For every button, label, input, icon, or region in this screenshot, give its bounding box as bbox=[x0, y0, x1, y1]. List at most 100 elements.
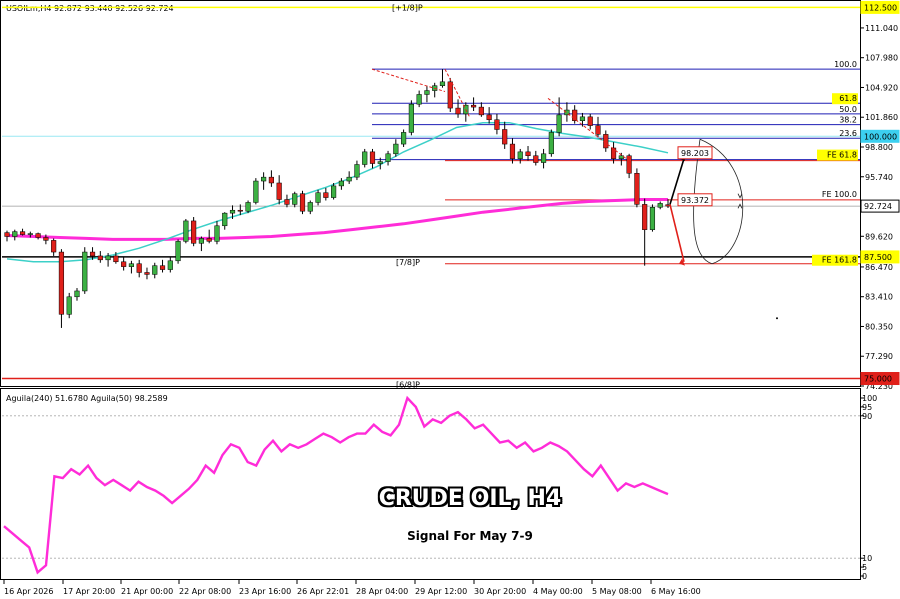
candle-body bbox=[649, 207, 656, 230]
ma-short-line bbox=[6, 121, 669, 263]
candle-body bbox=[416, 94, 422, 105]
candle-body bbox=[556, 114, 562, 133]
axis-badge-label: 92.724 bbox=[864, 202, 892, 211]
candle-body bbox=[253, 180, 259, 203]
candle-body bbox=[74, 290, 80, 298]
marker-dot bbox=[776, 317, 778, 320]
candle-body bbox=[369, 151, 376, 164]
level-label: 100.0 bbox=[834, 60, 857, 69]
x-tick-label: 28 Apr 04:00 bbox=[356, 587, 408, 596]
candle-body bbox=[478, 106, 484, 116]
candle-body bbox=[447, 81, 453, 109]
ind-y-tick-label: 95 bbox=[862, 403, 872, 412]
level-label: FE 161.8 bbox=[822, 256, 857, 265]
price-badge-label: 98.203 bbox=[681, 149, 709, 158]
candle-body bbox=[183, 220, 189, 242]
candle-body bbox=[517, 151, 523, 159]
y-tick-label: 101.860 bbox=[865, 113, 898, 122]
indicator-pane-frame bbox=[0, 388, 861, 580]
symbol-info: USOILm,H4 92.872 93.440 92.526 92.724 bbox=[6, 4, 174, 13]
ind-y-tick-label: 100 bbox=[862, 394, 877, 403]
candle-body bbox=[618, 155, 624, 159]
indicator-info: Aguila(240) 51.6780 Aguila(50) 98.2589 bbox=[6, 394, 168, 403]
price-badge-label: 93.372 bbox=[681, 196, 709, 205]
candle-body bbox=[533, 155, 539, 163]
x-tick-label: 29 Apr 12:00 bbox=[415, 587, 467, 596]
candle-body bbox=[222, 212, 228, 227]
ind-y-tick-label: 90 bbox=[862, 412, 872, 421]
ma-long-line bbox=[6, 198, 668, 241]
candle-body bbox=[486, 114, 492, 121]
candle-body bbox=[89, 251, 96, 257]
candle-body bbox=[540, 153, 547, 163]
candle-body bbox=[284, 199, 290, 205]
candle-body bbox=[214, 225, 220, 242]
candle-body bbox=[159, 265, 166, 270]
candle-body bbox=[292, 193, 298, 205]
candle-body bbox=[58, 251, 65, 315]
candle-body bbox=[245, 202, 251, 212]
candle-body bbox=[579, 116, 586, 121]
candle-body bbox=[261, 176, 267, 182]
candle-body bbox=[323, 192, 329, 198]
y-tick-label: 89.620 bbox=[865, 232, 893, 241]
candle-body bbox=[43, 237, 49, 241]
candle-body bbox=[35, 233, 41, 238]
candle-body bbox=[610, 147, 617, 159]
x-tick-label: 23 Apr 16:00 bbox=[239, 587, 291, 596]
level-label: [6/8]P bbox=[396, 381, 420, 390]
candle-body bbox=[276, 182, 282, 200]
scenario-arrow-mark bbox=[737, 193, 743, 199]
candle-body bbox=[471, 104, 477, 108]
level-label: 50.0 bbox=[839, 105, 857, 114]
y-tick-label: 95.740 bbox=[865, 173, 893, 182]
candle-body bbox=[113, 255, 119, 263]
x-tick-label: 5 May 08:00 bbox=[592, 587, 642, 596]
candle-body bbox=[362, 151, 368, 165]
y-tick-label: 80.350 bbox=[865, 322, 893, 331]
candle-body bbox=[331, 185, 337, 198]
candle-body bbox=[206, 238, 212, 242]
candle-body bbox=[354, 164, 360, 178]
candle-body bbox=[393, 143, 399, 155]
candle-body bbox=[152, 265, 158, 275]
level-label: FE 61.8 bbox=[827, 151, 857, 160]
candle-body bbox=[27, 233, 33, 235]
candle-body bbox=[424, 90, 430, 95]
x-tick-label: 6 May 16:00 bbox=[651, 587, 701, 596]
candle-body bbox=[97, 255, 103, 261]
candle-body bbox=[439, 81, 446, 86]
overlay-subtitle: Signal For May 7-9 bbox=[407, 529, 533, 543]
candle-body bbox=[307, 202, 313, 212]
candle-body bbox=[4, 232, 10, 237]
candle-body bbox=[338, 180, 344, 187]
candle-body bbox=[299, 193, 306, 212]
candle-body bbox=[237, 209, 243, 212]
candle-body bbox=[51, 240, 57, 253]
candle-body bbox=[657, 203, 663, 208]
candle-body bbox=[626, 155, 632, 174]
candle-body bbox=[642, 204, 648, 230]
main-pane-frame bbox=[0, 0, 861, 387]
candle-body bbox=[548, 132, 554, 155]
candle-body bbox=[167, 260, 173, 270]
candle-body bbox=[385, 153, 391, 162]
candle-body bbox=[136, 263, 142, 273]
candle-body bbox=[377, 161, 383, 164]
candle-body bbox=[66, 296, 72, 315]
level-label: 61.8 bbox=[839, 94, 857, 103]
candle-body bbox=[128, 263, 135, 267]
y-tick-label: 77.290 bbox=[865, 352, 893, 361]
ind-y-tick-label: 10 bbox=[862, 554, 872, 563]
candle-body bbox=[509, 143, 516, 159]
y-tick-label: 111.040 bbox=[865, 24, 898, 33]
axis-badge-label: 87.500 bbox=[864, 253, 892, 262]
candle-body bbox=[595, 125, 601, 135]
candle-body bbox=[502, 129, 508, 145]
x-tick-label: 26 Apr 22:01 bbox=[297, 587, 349, 596]
level-label: 38.2 bbox=[839, 116, 857, 125]
x-tick-label: 17 Apr 20:00 bbox=[63, 587, 115, 596]
candle-body bbox=[587, 116, 593, 126]
y-tick-label: 98.800 bbox=[865, 143, 893, 152]
candle-body bbox=[401, 132, 407, 145]
